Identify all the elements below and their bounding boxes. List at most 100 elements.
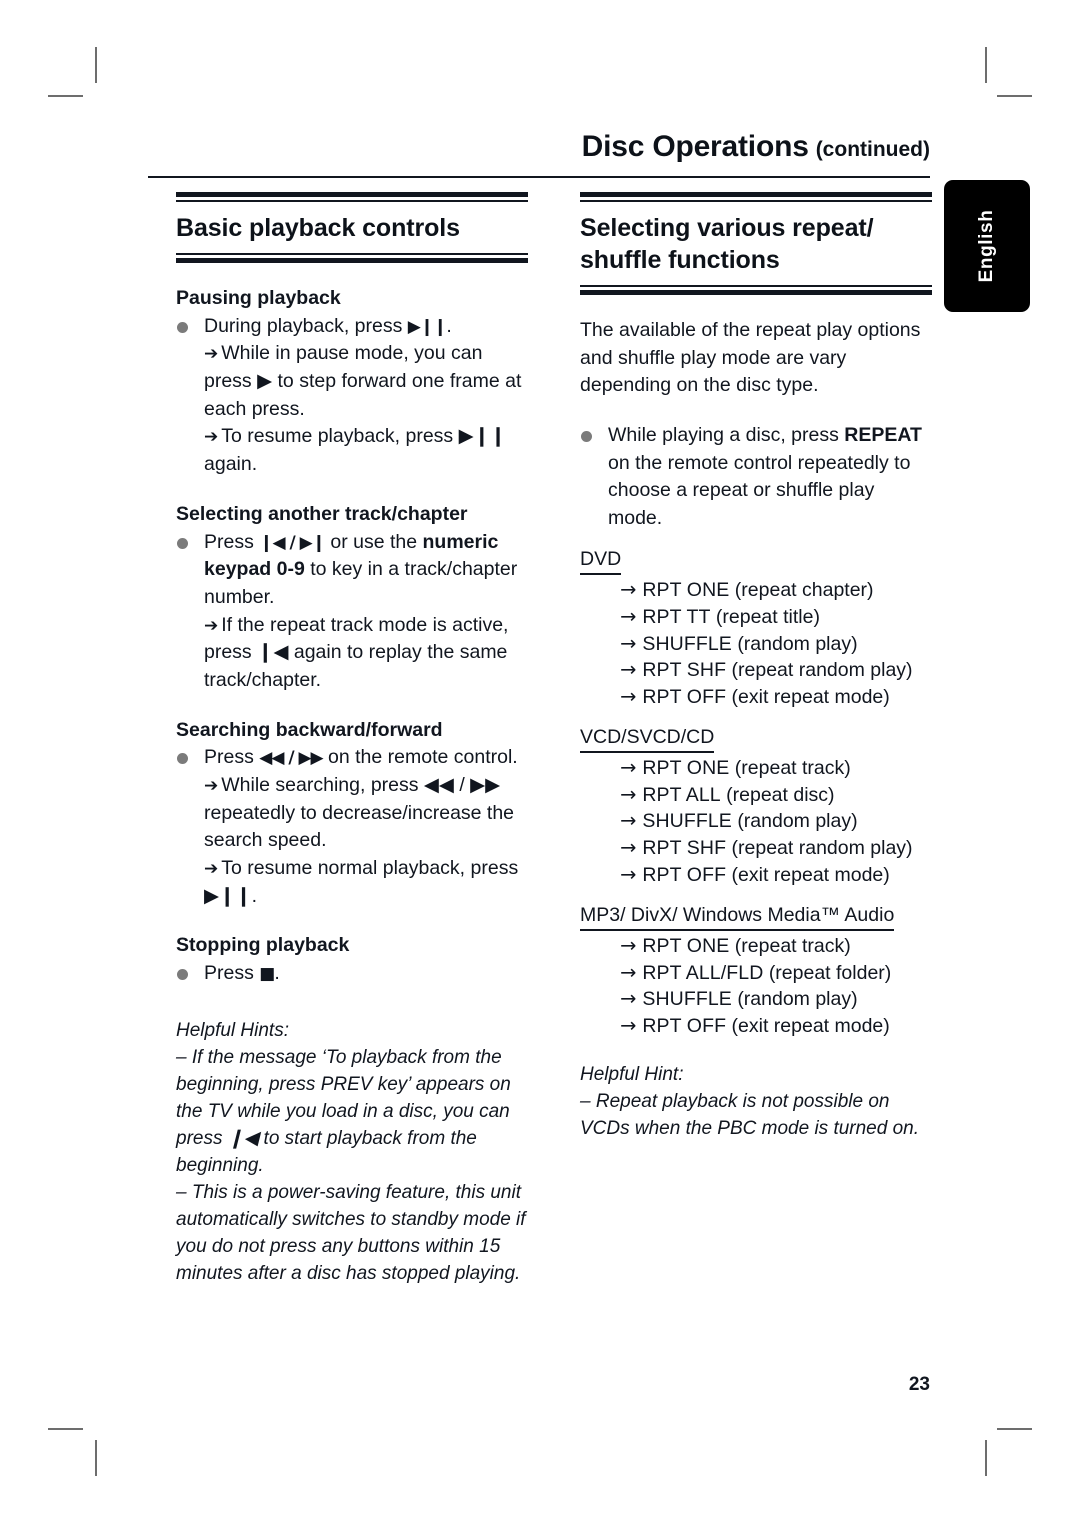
mode-code: RPT OFF <box>642 1014 727 1037</box>
crop-mark-bottom-right-horizontal <box>997 1428 1032 1430</box>
helpful-hint-item: – Repeat playback is not possible on VCD… <box>580 1090 920 1139</box>
mode-list-item: → RPT OFF (exit repeat mode) <box>620 1013 932 1040</box>
mode-desc: (repeat random play) <box>731 659 913 682</box>
bullet-dot-icon <box>581 431 592 443</box>
mode-group-heading: MP3/ DivX/ Windows Media™ Audio <box>580 903 895 931</box>
repeat-button-emphasis: REPEAT <box>844 424 922 447</box>
section-rule-bottom <box>176 253 528 263</box>
mode-desc: (exit repeat mode) <box>731 685 890 708</box>
section-rule-bottom <box>580 285 932 295</box>
mode-desc: (repeat folder) <box>768 961 892 984</box>
mode-list-item: → RPT OFF (exit repeat mode) <box>620 862 932 889</box>
instruction-select-track: Press ❙◀ / ▶❙ or use the numeric keypad … <box>176 529 528 695</box>
mode-code: RPT ONE <box>642 934 730 957</box>
crop-mark-top-left-vertical <box>95 47 97 83</box>
arrow-right-icon: → <box>620 862 637 886</box>
helpful-hint-title: Helpful Hint: <box>580 1063 684 1085</box>
mode-list: → RPT ONE (repeat track) → RPT ALL (repeat… <box>580 755 932 889</box>
arrow-right-icon: → <box>620 782 637 806</box>
mode-list-item: → SHUFFLE (random play) <box>620 808 932 835</box>
instruction-press-repeat: While playing a disc, press REPEAT on th… <box>580 422 932 533</box>
mode-list-item: → RPT OFF (exit repeat mode) <box>620 684 932 711</box>
page-title: Disc Operations <box>581 130 809 163</box>
arrow-right-icon: → <box>620 756 637 780</box>
bullet-dot-icon <box>177 753 188 765</box>
mode-code: RPT OFF <box>642 863 727 886</box>
stop-icon: ■ <box>259 964 275 985</box>
arrow-right-icon: → <box>620 604 637 628</box>
instruction-text-mid: or use the <box>324 530 423 553</box>
instruction-text-tail: . <box>446 314 452 337</box>
arrow-right-icon: ➔ <box>204 776 219 796</box>
result-line: ➔ While searching, press ◀◀ / ▶▶ repeated… <box>204 772 528 855</box>
arrow-right-icon: → <box>620 960 637 984</box>
mode-list-item: → RPT ONE (repeat track) <box>620 933 932 960</box>
crop-mark-top-right-horizontal <box>997 95 1032 97</box>
mode-code: RPT ALL/FLD <box>642 961 764 984</box>
arrow-right-icon: → <box>620 836 637 860</box>
section-rule-top <box>176 192 528 202</box>
mode-code: RPT SHF <box>642 659 727 682</box>
prev-next-icon: ❙◀ / ▶❙ <box>259 532 326 553</box>
arrow-right-icon: → <box>620 631 637 655</box>
crop-mark-top-left-horizontal <box>48 95 83 97</box>
mode-group-heading: DVD <box>580 547 622 576</box>
repeat-intro-paragraph: The available of the repeat play options… <box>580 319 921 397</box>
result-text: To resume normal playback, press ▶❙❙. <box>204 857 519 907</box>
section-heading-repeat-shuffle: Selecting various repeat/ shuffle functi… <box>580 214 874 274</box>
mode-code: RPT OFF <box>642 685 727 708</box>
mode-list-item: → RPT ALL (repeat disc) <box>620 782 932 809</box>
page-number: 23 <box>908 1374 930 1395</box>
left-column: Basic playback controls Pausing playback… <box>176 192 528 1288</box>
arrow-right-icon: → <box>620 809 637 833</box>
right-column: Selecting various repeat/ shuffle functi… <box>580 192 932 1143</box>
crop-mark-bottom-right-vertical <box>985 1440 987 1476</box>
arrow-right-icon: → <box>620 933 637 957</box>
helpful-hint-item: – If the message ‘To playback from the b… <box>176 1046 511 1176</box>
result-text: While in pause mode, you can press ▶ to … <box>204 342 522 420</box>
language-tab: English <box>944 180 1030 312</box>
instruction-text: Press <box>204 746 260 769</box>
mode-list-item: → SHUFFLE (random play) <box>620 986 932 1013</box>
running-head-rule <box>148 176 930 178</box>
bullet-dot-icon <box>177 321 188 333</box>
result-line: ➔ If the repeat track mode is active, pre… <box>204 612 528 695</box>
mode-code: RPT ALL <box>642 783 721 806</box>
section-rule-top <box>580 192 932 202</box>
mode-desc: (repeat random play) <box>731 837 913 860</box>
play-pause-icon: ▶❙❙ <box>407 316 448 337</box>
instruction-text: Press <box>204 962 260 985</box>
instruction-pausing-playback: During playback, press ▶❙❙. ➔ While in pa… <box>176 313 528 479</box>
mode-code: RPT ONE <box>642 757 730 780</box>
result-text: While searching, press ◀◀ / ▶▶ repeatedl… <box>204 774 515 852</box>
mode-list-item: → RPT ONE (repeat track) <box>620 755 932 782</box>
rewind-forward-icon: ◀◀ / ▶▶ <box>259 748 323 769</box>
mode-code: SHUFFLE <box>642 988 732 1011</box>
crop-mark-top-right-vertical <box>985 47 987 83</box>
mode-code: SHUFFLE <box>642 632 732 655</box>
mode-list: → RPT ONE (repeat track) → RPT ALL/FLD (re… <box>580 933 932 1040</box>
mode-list: → RPT ONE (repeat chapter) → RPT TT (repea… <box>580 577 932 711</box>
mode-code: RPT ONE <box>642 579 730 602</box>
bullet-dot-icon <box>177 969 188 981</box>
arrow-right-icon: → <box>620 684 637 708</box>
arrow-right-icon: ➔ <box>204 427 219 448</box>
arrow-right-icon: → <box>620 987 637 1011</box>
mode-code: SHUFFLE <box>642 810 732 833</box>
instruction-text-tail: on the remote control repeatedly to choo… <box>608 451 911 530</box>
mode-desc: (random play) <box>737 632 858 655</box>
result-line: ➔ To resume playback, press ▶❙❙ again. <box>204 423 528 478</box>
result-text: If the repeat track mode is active, pres… <box>204 613 509 691</box>
mode-list-item: → RPT TT (repeat title) <box>620 604 932 631</box>
language-tab-label: English <box>976 209 997 283</box>
mode-desc: (exit repeat mode) <box>731 1014 890 1037</box>
manual-page: Disc Operations (continued) English Basic… <box>0 0 1080 1524</box>
subhead-stopping-playback: Stopping playback <box>176 934 350 957</box>
result-line: ➔ To resume normal playback, press ▶❙❙. <box>204 855 528 910</box>
mode-group-vcd-svcd-cd: VCD/SVCD/CD → RPT ONE (repeat track) → RPT… <box>580 725 932 889</box>
page-title-continued: (continued) <box>815 138 930 161</box>
running-head: Disc Operations (continued) <box>148 130 930 164</box>
mode-desc: (repeat track) <box>734 757 851 780</box>
instruction-stopping: Press ■. <box>176 960 528 988</box>
mode-desc: (repeat track) <box>734 934 851 957</box>
